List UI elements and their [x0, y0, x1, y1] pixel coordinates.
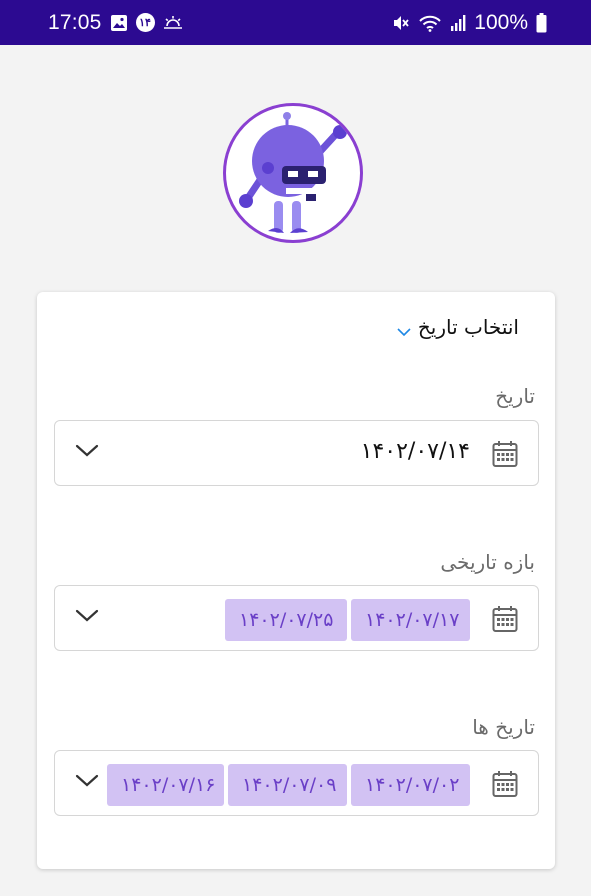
date-chip[interactable]: ۱۴۰۲/۰۷/۱۶ — [107, 764, 224, 806]
date-range-field[interactable]: ۱۴۰۲/۰۷/۱۷ ۱۴۰۲/۰۷/۲۵ — [54, 585, 539, 651]
chevron-down-icon[interactable] — [396, 322, 412, 341]
selected-date-value: ۱۴۰۲/۰۷/۱۴ — [360, 439, 470, 464]
status-bar-right: 100% — [392, 11, 547, 35]
battery-icon — [536, 12, 547, 33]
signal-icon — [450, 14, 466, 32]
app-logo — [223, 103, 363, 243]
calendar-icon[interactable] — [492, 440, 518, 472]
multi-date-field[interactable]: ۱۴۰۲/۰۷/۰۲ ۱۴۰۲/۰۷/۰۹ ۱۴۰۲/۰۷/۱۶ — [54, 750, 539, 816]
date-chip[interactable]: ۱۴۰۲/۰۷/۲۵ — [225, 599, 347, 641]
robot-mascot-icon — [239, 112, 347, 233]
sun-icon — [163, 15, 183, 31]
status-bar-left: 17:05 ۱۴ — [48, 11, 183, 35]
notification-badge: ۱۴ — [135, 13, 155, 32]
card-title: انتخاب تاریخ — [417, 314, 519, 339]
battery-percent: 100% — [474, 10, 528, 34]
date-field-label: تاریخ — [495, 384, 535, 408]
image-icon — [110, 14, 128, 32]
status-bar: 17:05 ۱۴ 100% — [0, 0, 591, 45]
wifi-icon — [418, 14, 442, 32]
status-time: 17:05 — [48, 10, 102, 34]
dropdown-chevron-icon[interactable] — [75, 608, 99, 628]
date-picker-card: انتخاب تاریخ تاریخ ۱۴۰۲/۰۷/۱۴ بازه تاریخ… — [37, 292, 555, 869]
dropdown-chevron-icon[interactable] — [75, 443, 99, 463]
date-range-chips: ۱۴۰۲/۰۷/۱۷ ۱۴۰۲/۰۷/۲۵ — [225, 599, 470, 641]
multi-date-chips: ۱۴۰۲/۰۷/۰۲ ۱۴۰۲/۰۷/۰۹ ۱۴۰۲/۰۷/۱۶ — [107, 764, 470, 806]
card-header[interactable]: انتخاب تاریخ — [396, 312, 519, 341]
dropdown-chevron-icon[interactable] — [75, 773, 99, 793]
date-field[interactable]: ۱۴۰۲/۰۷/۱۴ — [54, 420, 539, 486]
date-chip[interactable]: ۱۴۰۲/۰۷/۱۷ — [351, 599, 470, 641]
date-range-label: بازه تاریخی — [440, 550, 535, 574]
mute-icon — [392, 14, 410, 32]
date-chip[interactable]: ۱۴۰۲/۰۷/۰۲ — [351, 764, 470, 806]
date-chip[interactable]: ۱۴۰۲/۰۷/۰۹ — [228, 764, 347, 806]
multi-date-label: تاریخ ها — [472, 715, 535, 739]
calendar-icon[interactable] — [492, 770, 518, 802]
calendar-icon[interactable] — [492, 605, 518, 637]
